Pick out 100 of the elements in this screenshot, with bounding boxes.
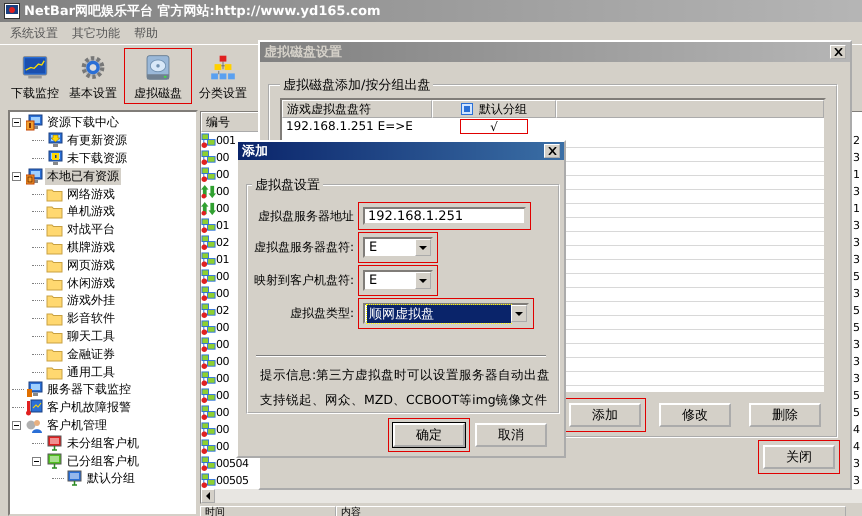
computer-status-icon bbox=[201, 133, 216, 148]
tree-item[interactable]: 休闲游戏 bbox=[65, 274, 117, 292]
tree-item[interactable]: 游戏外挂 bbox=[65, 292, 117, 310]
dropdown-button[interactable] bbox=[415, 239, 431, 256]
dropdown-field[interactable]: 顺网虚拟盘 bbox=[363, 303, 529, 324]
table-cell-text: 3 bbox=[853, 219, 861, 232]
field-label: 虚拟盘类型: bbox=[288, 305, 354, 322]
dropdown-field[interactable]: E bbox=[363, 270, 433, 291]
dialog-button[interactable]: 取消 bbox=[475, 423, 547, 447]
table-cell-text: 5 bbox=[853, 270, 861, 283]
table-cell-text: 3 bbox=[853, 287, 861, 300]
dialog-button[interactable]: 删除 bbox=[749, 403, 821, 427]
tree-item[interactable]: 未分组客户机 bbox=[65, 434, 141, 452]
tree-item[interactable]: 网络游戏 bbox=[65, 186, 117, 203]
computer-status-icon bbox=[201, 422, 216, 437]
tree-item[interactable]: 默认分组 bbox=[85, 470, 137, 488]
table-cell-text: 4 bbox=[853, 440, 861, 453]
table-cell: 00 bbox=[216, 372, 229, 385]
tree-item[interactable]: 对战平台 bbox=[65, 221, 117, 238]
computer-status-icon bbox=[201, 337, 216, 352]
expand-toggle[interactable] bbox=[12, 172, 21, 181]
tree-item[interactable]: 影音软件 bbox=[65, 310, 117, 328]
tree-item[interactable]: 单机游戏 bbox=[65, 203, 117, 220]
transfer-arrows-icon bbox=[201, 184, 216, 199]
input-field[interactable]: 192.168.1.251 bbox=[363, 207, 526, 225]
computer-status-icon bbox=[201, 303, 216, 318]
tree-item[interactable]: 客户机故障报警 bbox=[45, 399, 133, 416]
horizontal-scrollbar[interactable] bbox=[201, 489, 862, 503]
table-cell-text: 5 bbox=[853, 389, 861, 402]
group-title: 虚拟磁盘添加/按分组出盘 bbox=[282, 77, 432, 94]
computer-icon bbox=[46, 452, 63, 470]
table-cell-text: 3 bbox=[853, 185, 861, 198]
computer-icon bbox=[66, 470, 83, 488]
table-cell-text: 3 bbox=[853, 338, 861, 351]
column-header[interactable]: 游戏虚拟盘盘符 bbox=[282, 100, 432, 118]
dialog-button[interactable]: 确定 bbox=[393, 423, 465, 447]
tree-item[interactable]: 客户机管理 bbox=[45, 416, 109, 434]
expand-toggle[interactable] bbox=[12, 118, 21, 128]
table-cell-text: 3 bbox=[853, 151, 861, 164]
tree-item[interactable]: 未下载资源 bbox=[65, 150, 129, 167]
menu-item[interactable]: 其它功能 bbox=[72, 24, 120, 42]
computer-status-icon bbox=[201, 405, 216, 420]
table-cell: 00 bbox=[216, 355, 229, 368]
expand-toggle[interactable] bbox=[12, 420, 21, 430]
computer-status-icon bbox=[201, 456, 216, 471]
tree-item[interactable]: 资源下载中心 bbox=[45, 114, 121, 132]
table-cell: 00 bbox=[216, 406, 229, 419]
column-header[interactable]: 默认分组 bbox=[432, 100, 556, 118]
computer-status-icon bbox=[201, 320, 216, 335]
column-header[interactable]: 编号 bbox=[201, 112, 261, 132]
computer-status-icon bbox=[201, 286, 216, 301]
table-cell: 00 bbox=[216, 202, 229, 215]
dropdown-field[interactable]: E bbox=[363, 237, 433, 258]
scroll-left-button[interactable] bbox=[201, 489, 215, 503]
dropdown-button[interactable] bbox=[511, 305, 527, 322]
dropdown-button[interactable] bbox=[415, 272, 431, 289]
dialog-button[interactable]: 添加 bbox=[569, 403, 641, 427]
tree-item[interactable]: 服务器下载监控 bbox=[45, 381, 133, 398]
computer-status-icon bbox=[201, 269, 216, 284]
table-cell: 00 bbox=[216, 423, 229, 436]
transfer-arrows-icon bbox=[201, 201, 216, 216]
expand-toggle[interactable] bbox=[32, 456, 41, 466]
field-label: 虚拟盘服务器地址 bbox=[257, 208, 354, 224]
tree-item[interactable]: 网页游戏 bbox=[65, 256, 117, 274]
table-cell: 00 bbox=[216, 287, 229, 300]
tree-item[interactable]: 有更新资源 bbox=[65, 132, 129, 150]
toolbar-button[interactable]: 基本设置 bbox=[66, 48, 120, 104]
table-cell: 00505 bbox=[216, 474, 248, 487]
close-icon bbox=[834, 48, 842, 56]
column-header[interactable]: 时间 bbox=[200, 506, 336, 516]
column-header[interactable]: 内容 bbox=[336, 506, 846, 516]
close-button[interactable] bbox=[544, 144, 560, 158]
table-cell-text: 1 bbox=[853, 202, 861, 215]
menu-item[interactable]: 帮助 bbox=[134, 24, 158, 42]
table-cell-text: 3 bbox=[853, 253, 861, 266]
field-label: 映射到客户机盘符: bbox=[252, 272, 354, 289]
toolbar-button[interactable]: 分类设置 bbox=[196, 48, 250, 104]
server-monitor-icon bbox=[26, 381, 43, 398]
tree-item[interactable]: 聊天工具 bbox=[65, 328, 117, 345]
toolbar-button[interactable]: 虚拟磁盘 bbox=[124, 48, 192, 104]
tree-item[interactable]: 通用工具 bbox=[65, 364, 117, 381]
dialog-button[interactable]: 修改 bbox=[659, 403, 731, 427]
computer-status-icon bbox=[201, 439, 216, 454]
table-cell-text: 1 bbox=[853, 168, 861, 181]
computer-status-icon bbox=[201, 473, 216, 488]
dialog-button[interactable]: 关闭 bbox=[763, 445, 835, 469]
table-cell-text: 5 bbox=[853, 304, 861, 317]
table-cell: 02 bbox=[216, 304, 229, 317]
menu-item[interactable]: 系统设置 bbox=[10, 24, 58, 42]
table-cell: √ bbox=[460, 118, 528, 134]
table-cell: 00 bbox=[216, 321, 229, 334]
app-icon bbox=[4, 3, 20, 19]
tree-item[interactable]: 已分组客户机 bbox=[65, 452, 141, 470]
tree-item[interactable]: 金融证券 bbox=[65, 346, 117, 363]
tree-item[interactable]: 棋牌游戏 bbox=[65, 238, 117, 256]
table-cell: 01 bbox=[216, 219, 229, 232]
toolbar-button[interactable]: 下载监控 bbox=[8, 48, 62, 104]
table-cell: 00 bbox=[216, 338, 229, 351]
close-icon bbox=[548, 147, 556, 155]
tree-item[interactable]: 本地已有资源 bbox=[45, 168, 121, 185]
